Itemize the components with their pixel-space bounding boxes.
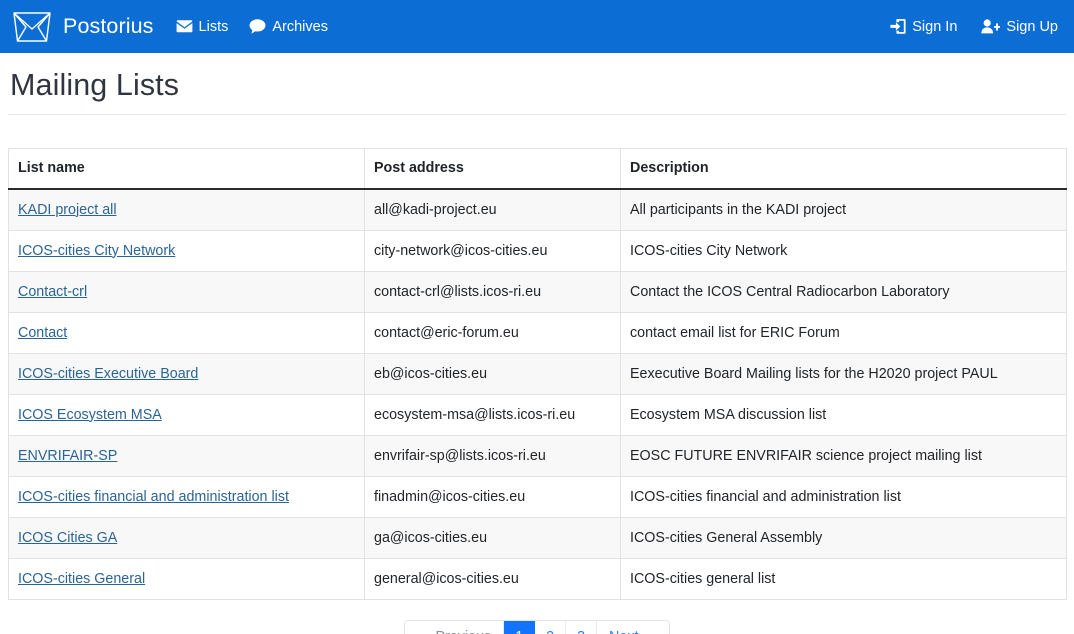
nav-link-label: Lists (198, 18, 229, 35)
column-header-description: Description (620, 147, 1067, 190)
envelope-icon (176, 20, 193, 33)
list-name-link[interactable]: ICOS-cities General (18, 571, 145, 587)
top-navbar: Postorius Lists Archives Sign In Sign Up (0, 0, 1074, 53)
table-row: ENVRIFAIR-SP envrifair-sp@lists.icos-ri.e… (8, 434, 1067, 477)
table-row: ICOS Cities GA ga@icos-cities.eu ICOS-citi… (8, 516, 1067, 559)
cell-post-address: contact@eric-forum.eu (364, 311, 621, 354)
cell-list-name: Contact (8, 311, 365, 354)
column-header-post-address: Post address (364, 147, 621, 190)
sign-in-label: Sign In (912, 18, 958, 35)
user-plus-icon (981, 19, 1001, 34)
cell-list-name: ENVRIFAIR-SP (8, 434, 365, 477)
table-row: ICOS-cities General general@icos-cities.e… (8, 557, 1067, 600)
cell-description: ICOS-cities financial and administration… (620, 475, 1067, 518)
cell-description: ICOS-cities General Assembly (620, 516, 1067, 559)
cell-description: Contact the ICOS Central Radiocarbon Lab… (620, 270, 1067, 313)
cell-post-address: ecosystem-msa@lists.icos-ri.eu (364, 393, 621, 436)
table-row: Contact contact@eric-forum.eu contact emai… (8, 311, 1067, 354)
pagination-next[interactable]: Next → (597, 620, 669, 634)
table-header: List name Post address Description (8, 147, 1067, 190)
page-container: Mailing Lists List name Post address Des… (0, 53, 1074, 634)
column-header-list-name: List name (8, 147, 365, 190)
cell-description: ICOS-cities City Network (620, 229, 1067, 272)
nav-link-archives[interactable]: Archives (247, 15, 330, 39)
nav-link-lists[interactable]: Lists (174, 15, 231, 39)
table-row: ICOS-cities City Network city-network@ico… (8, 229, 1067, 272)
pagination-previous[interactable]: ← Previous (405, 620, 505, 634)
nav-link-label: Archives (272, 18, 328, 35)
list-name-link[interactable]: KADI project all (18, 202, 117, 218)
cell-post-address: all@kadi-project.eu (364, 188, 621, 231)
cell-post-address: contact-crl@lists.icos-ri.eu (364, 270, 621, 313)
brand-name: Postorius (63, 14, 154, 38)
mailing-lists-table: List name Post address Description KADI … (8, 147, 1067, 600)
cell-description: Eexecutive Board Mailing lists for the H… (620, 352, 1067, 395)
cell-description: Ecosystem MSA discussion list (620, 393, 1067, 436)
cell-list-name: ICOS-cities Executive Board (8, 352, 365, 395)
cell-list-name: ICOS-cities General (8, 557, 365, 600)
sign-in-link[interactable]: Sign In (888, 15, 959, 39)
list-name-link[interactable]: Contact (18, 325, 67, 341)
cell-post-address: city-network@icos-cities.eu (364, 229, 621, 272)
page-header: Mailing Lists (8, 53, 1066, 115)
cell-list-name: ICOS Cities GA (8, 516, 365, 559)
cell-post-address: finadmin@icos-cities.eu (364, 475, 621, 518)
envelope-logo-icon (10, 8, 54, 46)
table-body: KADI project all all@kadi-project.eu All p… (8, 188, 1067, 600)
sign-in-arrow-icon (890, 19, 906, 34)
table-row: ICOS-cities Executive Board eb@icos-citie… (8, 352, 1067, 395)
table-row: KADI project all all@kadi-project.eu All p… (8, 188, 1067, 231)
cell-description: EOSC FUTURE ENVRIFAIR science project ma… (620, 434, 1067, 477)
cell-list-name: ICOS Ecosystem MSA (8, 393, 365, 436)
list-name-link[interactable]: ICOS-cities City Network (18, 243, 175, 259)
cell-list-name: KADI project all (8, 188, 365, 231)
primary-nav: Lists Archives (174, 15, 330, 39)
cell-description: contact email list for ERIC Forum (620, 311, 1067, 354)
cell-list-name: Contact-crl (8, 270, 365, 313)
cell-description: ICOS-cities general list (620, 557, 1067, 600)
list-name-link[interactable]: ICOS-cities financial and administration… (18, 489, 289, 505)
cell-description: All participants in the KADI project (620, 188, 1067, 231)
table-row: ICOS Ecosystem MSA ecosystem-msa@lists.ic… (8, 393, 1067, 436)
table-row: Contact-crl contact-crl@lists.icos-ri.eu C… (8, 270, 1067, 313)
list-name-link[interactable]: ICOS-cities Executive Board (18, 366, 198, 382)
cell-post-address: envrifair-sp@lists.icos-ri.eu (364, 434, 621, 477)
pagination-page-1[interactable]: 1 (504, 620, 536, 634)
table-row: ICOS-cities financial and administration… (8, 475, 1067, 518)
page-title: Mailing Lists (10, 68, 180, 102)
list-name-link[interactable]: ICOS Ecosystem MSA (18, 407, 162, 423)
cell-post-address: eb@icos-cities.eu (364, 352, 621, 395)
table-header-row: List name Post address Description (8, 147, 1067, 190)
sign-up-link[interactable]: Sign Up (979, 15, 1060, 39)
cell-list-name: ICOS-cities financial and administration… (8, 475, 365, 518)
pagination-page-3[interactable]: 3 (566, 620, 598, 634)
account-nav: Sign In Sign Up (888, 15, 1060, 39)
list-name-link[interactable]: Contact-crl (18, 284, 87, 300)
brand-home-link[interactable]: Postorius (10, 8, 154, 46)
cell-post-address: general@icos-cities.eu (364, 557, 621, 600)
pagination-wrapper: ← Previous 1 2 3 Next → (8, 619, 1066, 634)
list-name-link[interactable]: ENVRIFAIR-SP (18, 448, 117, 464)
cell-list-name: ICOS-cities City Network (8, 229, 365, 272)
comment-bubble-icon (249, 19, 266, 34)
pagination-page-2[interactable]: 2 (535, 620, 567, 634)
sign-up-label: Sign Up (1006, 18, 1058, 35)
pagination: ← Previous 1 2 3 Next → (404, 619, 670, 634)
list-name-link[interactable]: ICOS Cities GA (18, 530, 117, 546)
cell-post-address: ga@icos-cities.eu (364, 516, 621, 559)
